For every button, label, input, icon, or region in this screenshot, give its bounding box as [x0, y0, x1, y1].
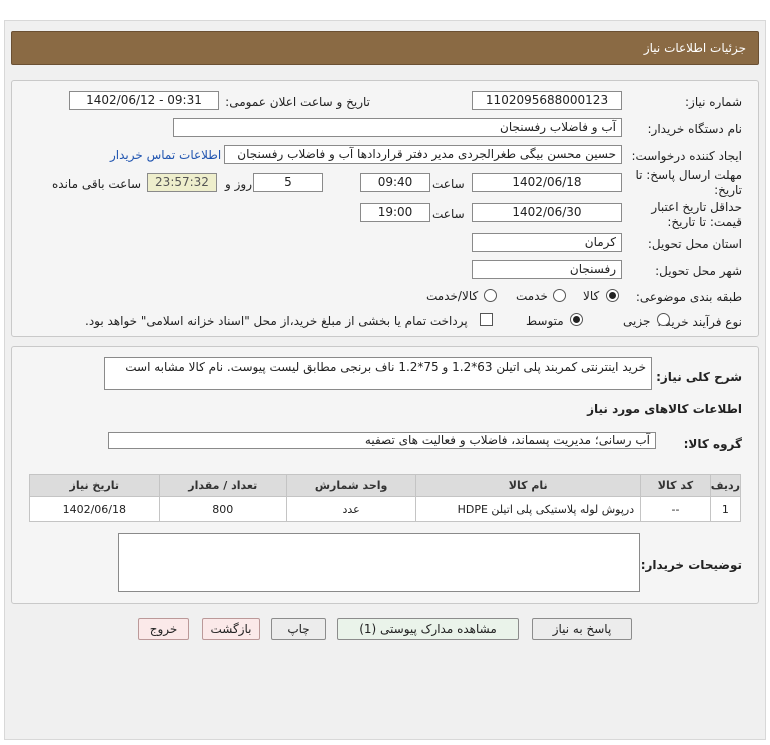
- page-title: جزئیات اطلاعات نیاز: [643, 41, 746, 55]
- buyer-org-field: آب و فاضلاب رفسنجان: [173, 118, 622, 137]
- category-radio-service[interactable]: [553, 289, 566, 302]
- process-option-medium: متوسط: [526, 314, 564, 328]
- page-header: جزئیات اطلاعات نیاز: [11, 31, 759, 65]
- buyer-notes-field: [118, 533, 640, 592]
- cell-unit: عدد: [285, 496, 417, 522]
- province-field: کرمان: [472, 233, 622, 252]
- reply-deadline-label: مهلت ارسال پاسخ: تا تاریخ:: [635, 168, 742, 197]
- description-label: شرح کلی نیاز:: [656, 370, 742, 384]
- buyer-notes-label: توضیحات خریدار:: [640, 558, 742, 572]
- category-radio-goods[interactable]: [606, 289, 619, 302]
- reply-time-label: ساعت: [432, 177, 465, 191]
- requester-field: حسین محسن بیگی طغرالجردی مدیر دفتر قرارد…: [224, 145, 622, 164]
- description-field: خرید اینترنتی کمربند پلی اتیلن 63*1.2 و …: [104, 357, 652, 390]
- cell-date: 1402/06/18: [29, 496, 160, 522]
- goods-section-title: اطلاعات کالاهای مورد نیاز: [587, 402, 742, 416]
- city-label: شهر محل تحویل:: [655, 264, 742, 278]
- treasury-note: پرداخت تمام یا بخشی از مبلغ خرید،از محل …: [85, 314, 468, 328]
- goods-group-field: آب رسانی؛ مدیریت پسماند، فاضلاب و فعالیت…: [108, 432, 656, 449]
- col-row: ردیف: [709, 474, 742, 497]
- cell-code: --: [640, 496, 711, 522]
- table-row: 1 -- درپوش لوله پلاستیکی پلی اتیلن HDPE …: [29, 496, 742, 522]
- need-number-field: 1102095688000123: [472, 91, 622, 110]
- category-radio-goods-service[interactable]: [484, 289, 497, 302]
- buyer-contact-link[interactable]: اطلاعات تماس خریدار: [110, 148, 221, 162]
- cell-row: 1: [709, 496, 742, 522]
- col-code: کد کالا: [640, 474, 711, 497]
- col-unit: واحد شمارش: [285, 474, 417, 497]
- validity-label: حداقل تاریخ اعتبار قیمت: تا تاریخ:: [651, 200, 742, 229]
- requester-label: ایجاد کننده درخواست:: [631, 149, 742, 163]
- reply-time-field: 09:40: [360, 173, 430, 192]
- goods-group-label: گروه کالا:: [683, 437, 742, 451]
- days-label: روز و: [225, 177, 252, 191]
- need-number-label: شماره نیاز:: [685, 95, 742, 109]
- exit-button[interactable]: خروج: [138, 618, 189, 640]
- col-name: نام کالا: [415, 474, 642, 497]
- validity-time-label: ساعت: [432, 207, 465, 221]
- announce-datetime-field: 1402/06/12 - 09:31: [69, 91, 219, 110]
- reply-date-field: 1402/06/18: [472, 173, 622, 192]
- validity-time-field: 19:00: [360, 203, 430, 222]
- view-attachments-button[interactable]: مشاهده مدارک پیوستی (1): [337, 618, 519, 640]
- back-button[interactable]: بازگشت: [202, 618, 260, 640]
- announce-datetime-label: تاریخ و ساعت اعلان عمومی:: [225, 95, 370, 109]
- goods-table-header: ردیف کد کالا نام کالا واحد شمارش تعداد /…: [29, 474, 742, 497]
- days-field: 5: [253, 173, 323, 192]
- category-label: طبقه بندی موضوعی:: [635, 290, 742, 304]
- category-option-service: خدمت: [516, 289, 548, 303]
- remaining-time-label: ساعت باقی مانده: [52, 177, 142, 191]
- cell-qty: 800: [158, 496, 287, 522]
- category-option-goods-service: کالا/خدمت: [426, 289, 479, 303]
- province-label: استان محل تحویل:: [647, 237, 742, 251]
- col-qty: تعداد / مقدار: [158, 474, 287, 497]
- process-label: نوع فرآیند خرید :: [657, 315, 742, 329]
- category-option-goods: کالا: [583, 289, 600, 303]
- goods-table: ردیف کد کالا نام کالا واحد شمارش تعداد /…: [29, 474, 742, 522]
- reply-button[interactable]: پاسخ به نیاز: [532, 618, 632, 640]
- process-option-minor: جزیی: [623, 314, 651, 328]
- treasury-checkbox[interactable]: [480, 313, 493, 326]
- process-radio-minor[interactable]: [657, 313, 670, 326]
- print-button[interactable]: چاپ: [271, 618, 326, 640]
- city-field: رفسنجان: [472, 260, 622, 279]
- col-date: تاریخ نیاز: [29, 474, 160, 497]
- buyer-org-label: نام دستگاه خریدار:: [647, 122, 743, 136]
- process-radio-medium[interactable]: [570, 313, 583, 326]
- remaining-time-field: 23:57:32: [147, 173, 217, 192]
- validity-date-field: 1402/06/30: [472, 203, 622, 222]
- cell-name: درپوش لوله پلاستیکی پلی اتیلن HDPE: [415, 496, 642, 522]
